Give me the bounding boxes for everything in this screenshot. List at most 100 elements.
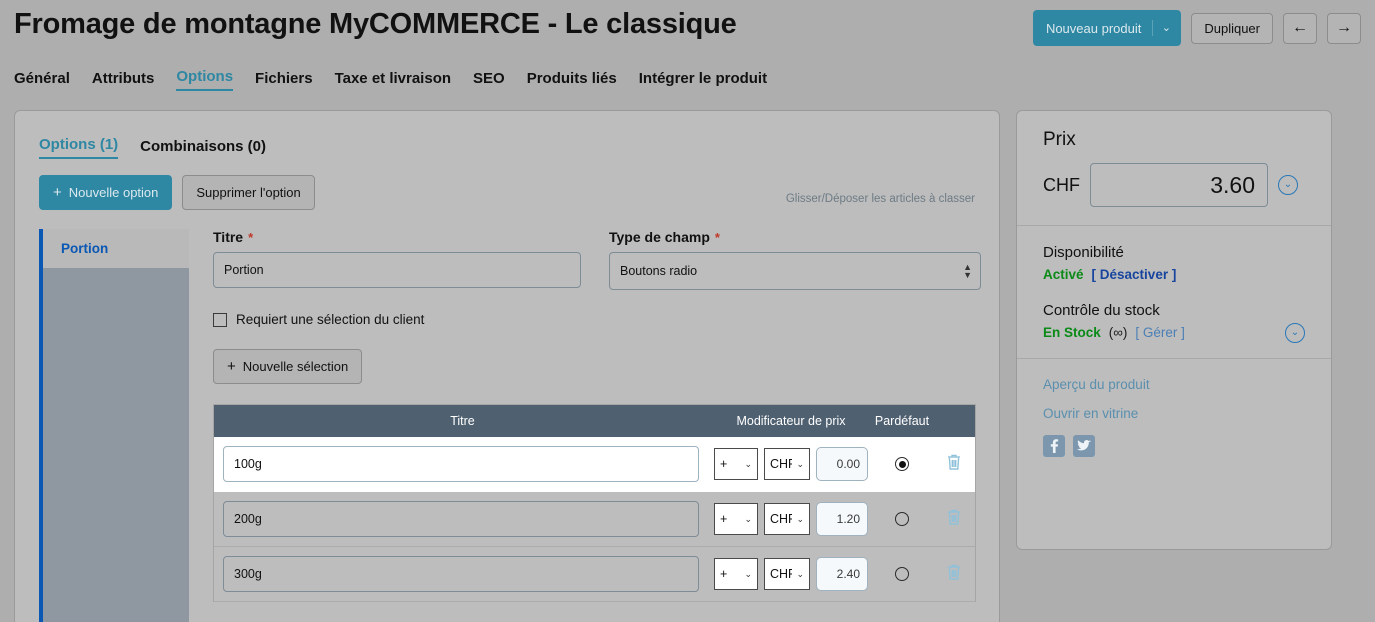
chevron-down-icon: ⌄ — [796, 513, 804, 524]
modifier-amount-input[interactable]: 2.40 — [816, 557, 868, 591]
modifier-currency-select[interactable]: CHF ⌄ — [764, 558, 810, 590]
tab-general[interactable]: Général — [14, 70, 70, 91]
updown-arrows-icon: ▲ ▼ — [963, 262, 972, 280]
stock-quantity: (∞) — [1108, 325, 1128, 340]
plus-icon: + — [227, 358, 236, 375]
modifier-operator-select[interactable]: + ⌄ — [714, 503, 758, 535]
selection-default-cell — [871, 567, 933, 581]
tab-options[interactable]: Options — [176, 68, 234, 91]
modifier-amount-input[interactable]: 0.00 — [816, 447, 868, 481]
field-type-label-text: Type de champ — [609, 229, 710, 245]
selection-delete-cell — [933, 508, 975, 531]
new-option-label: Nouvelle option — [68, 185, 159, 200]
required-indicator-icon: * — [714, 229, 720, 245]
next-product-button[interactable]: → — [1327, 12, 1361, 44]
option-body: Portion Titre * Portion Type de champ * … — [39, 229, 981, 622]
table-row[interactable]: 100g + ⌄ CHF ⌄ 0.00 — [214, 437, 975, 492]
modifier-operator-select[interactable]: + ⌄ — [714, 558, 758, 590]
trash-icon[interactable] — [946, 563, 962, 586]
default-radio[interactable] — [895, 457, 909, 471]
deactivate-link[interactable]: [ Désactiver ] — [1092, 267, 1177, 282]
new-option-button[interactable]: + Nouvelle option — [39, 175, 173, 210]
duplicate-label: Dupliquer — [1204, 20, 1260, 36]
field-type-select[interactable]: Boutons radio ▲ ▼ — [609, 252, 981, 290]
status-badge: Activé — [1043, 267, 1084, 282]
modifier-currency-value: CHF — [770, 512, 792, 526]
options-panel: Options (1) Combinaisons (0) + Nouvelle … — [14, 110, 1000, 622]
table-row[interactable]: 300g + ⌄ CHF ⌄ 2.40 — [214, 547, 975, 602]
modifier-currency-select[interactable]: CHF ⌄ — [764, 503, 810, 535]
facebook-icon[interactable] — [1043, 435, 1065, 457]
selection-title-input[interactable]: 100g — [223, 446, 699, 482]
selection-title-input[interactable]: 200g — [223, 501, 699, 537]
selection-title-cell: 200g — [223, 501, 711, 537]
stock-expand-chevron-icon[interactable]: ⌄ — [1285, 322, 1305, 343]
duplicate-button[interactable]: Dupliquer — [1191, 12, 1273, 44]
table-row[interactable]: 200g + ⌄ CHF ⌄ 1.20 — [214, 492, 975, 547]
tab-combinaisons[interactable]: Combinaisons (0) — [140, 138, 266, 159]
page-title: Fromage de montagne MyCOMMERCE - Le clas… — [14, 8, 737, 40]
trash-icon[interactable] — [946, 508, 962, 531]
price-row: CHF 3.60 ⌄ — [1043, 163, 1305, 207]
option-list-item-portion[interactable]: Portion — [43, 229, 189, 268]
tab-fichiers[interactable]: Fichiers — [255, 70, 313, 91]
selection-modifier-cell: + ⌄ CHF ⌄ 2.40 — [711, 557, 871, 591]
modifier-currency-value: CHF — [770, 567, 792, 581]
app-root: Fromage de montagne MyCOMMERCE - Le clas… — [0, 0, 1375, 622]
require-selection-checkbox[interactable] — [213, 312, 227, 327]
product-preview-link[interactable]: Aperçu du produit — [1043, 377, 1305, 392]
field-type-group: Type de champ * Boutons radio ▲ ▼ — [609, 229, 981, 290]
availability-section: Disponibilité Activé [ Désactiver ] Cont… — [1017, 225, 1331, 358]
new-selection-button[interactable]: + Nouvelle sélection — [213, 349, 363, 384]
open-storefront-link[interactable]: Ouvrir en vitrine — [1043, 406, 1305, 421]
column-header-default-line2: défaut — [894, 413, 930, 428]
button-divider — [1152, 20, 1154, 36]
tab-taxe-livraison[interactable]: Taxe et livraison — [335, 70, 451, 91]
title-field-group: Titre * Portion — [213, 229, 581, 290]
trash-icon[interactable] — [946, 453, 962, 476]
stock-label: Contrôle du stock — [1043, 302, 1160, 319]
new-product-label: Nouveau produit — [1045, 20, 1142, 36]
tab-produits-lies[interactable]: Produits liés — [527, 70, 617, 91]
chevron-down-icon: ⌄ — [744, 458, 752, 469]
drag-drop-hint: Glisser/Déposer les articles à classer — [785, 193, 975, 205]
manage-stock-link[interactable]: [ Gérer ] — [1135, 325, 1185, 340]
new-product-button[interactable]: Nouveau produit ⌄ — [1032, 10, 1182, 46]
product-sidebar: Prix CHF 3.60 ⌄ Disponibilité Activé [ D… — [1016, 110, 1332, 550]
selection-modifier-cell: + ⌄ CHF ⌄ 0.00 — [711, 447, 871, 481]
require-selection-row[interactable]: Requiert une sélection du client — [213, 312, 981, 327]
availability-label: Disponibilité — [1043, 244, 1124, 261]
availability-status-row: Activé [ Désactiver ] — [1043, 267, 1305, 282]
social-share-buttons — [1043, 435, 1305, 457]
modifier-currency-select[interactable]: CHF ⌄ — [764, 448, 810, 480]
field-type-label: Type de champ * — [609, 229, 981, 245]
selection-modifier-cell: + ⌄ CHF ⌄ 1.20 — [711, 502, 871, 536]
previous-product-button[interactable]: ← — [1283, 12, 1317, 44]
price-section: Prix CHF 3.60 ⌄ — [1017, 111, 1331, 225]
default-radio[interactable] — [895, 567, 909, 581]
tab-attributs[interactable]: Attributs — [92, 70, 155, 91]
tab-integrer-produit[interactable]: Intégrer le produit — [639, 70, 767, 91]
twitter-icon[interactable] — [1073, 435, 1095, 457]
option-list-empty-area — [43, 268, 189, 622]
tab-seo[interactable]: SEO — [473, 70, 505, 91]
chevron-down-icon[interactable]: ⌄ — [1160, 22, 1172, 34]
price-input[interactable]: 3.60 — [1090, 163, 1268, 207]
title-label-text: Titre — [213, 229, 244, 245]
option-title-input[interactable]: Portion — [213, 252, 581, 288]
delete-option-button[interactable]: Supprimer l'option — [182, 175, 315, 210]
column-header-default: Par défaut — [871, 405, 933, 437]
column-header-title: Titre — [450, 414, 475, 428]
selections-table-header: Titre Modificateur de prix Par défaut — [214, 405, 975, 437]
modifier-amount-input[interactable]: 1.20 — [816, 502, 868, 536]
modifier-operator-value: + — [720, 457, 728, 471]
modifier-operator-select[interactable]: + ⌄ — [714, 448, 758, 480]
selection-title-input[interactable]: 300g — [223, 556, 699, 592]
tab-options-count[interactable]: Options (1) — [39, 136, 119, 159]
default-radio[interactable] — [895, 512, 909, 526]
price-expand-chevron-icon[interactable]: ⌄ — [1278, 175, 1298, 195]
product-links-section: Aperçu du produit Ouvrir en vitrine — [1017, 358, 1331, 475]
price-heading: Prix — [1043, 129, 1076, 150]
selection-default-cell — [871, 457, 933, 471]
new-selection-row: + Nouvelle sélection — [213, 349, 981, 384]
